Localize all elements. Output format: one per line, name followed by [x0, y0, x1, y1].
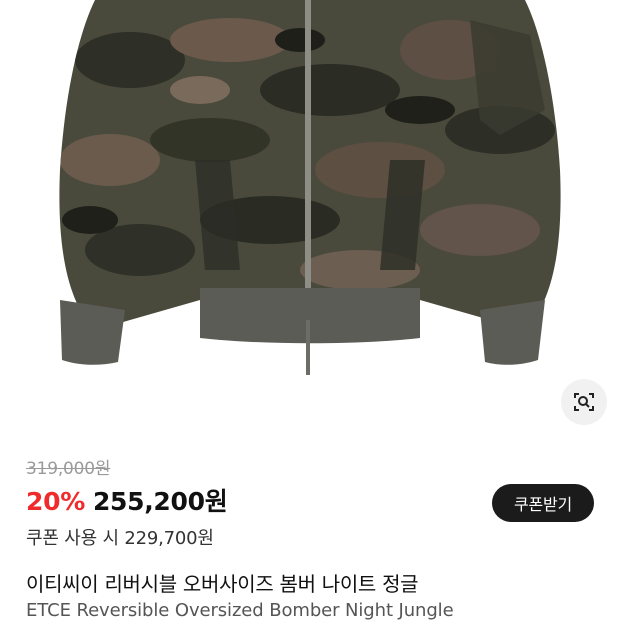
coupon-price-text: 쿠폰 사용 시 229,700원	[26, 528, 214, 549]
product-info: 319,000원 20% 255,200원 쿠폰받기 쿠폰 사용 시 229,7…	[0, 440, 620, 621]
product-title-en: ETCE Reversible Oversized Bomber Night J…	[26, 600, 454, 621]
image-search-button[interactable]	[561, 379, 607, 425]
camo-bomber-jacket-image	[59, 0, 561, 375]
coupon-button[interactable]: 쿠폰받기	[492, 484, 594, 522]
image-search-icon	[574, 393, 594, 411]
sale-price: 255,200원	[92, 487, 228, 516]
price-row: 20% 255,200원	[26, 482, 228, 518]
product-title-ko: 이티씨이 리버시블 오버사이즈 봄버 나이트 정글	[26, 572, 419, 596]
original-price: 319,000원	[26, 459, 111, 479]
discount-rate: 20%	[26, 487, 85, 516]
product-image[interactable]	[0, 0, 620, 440]
